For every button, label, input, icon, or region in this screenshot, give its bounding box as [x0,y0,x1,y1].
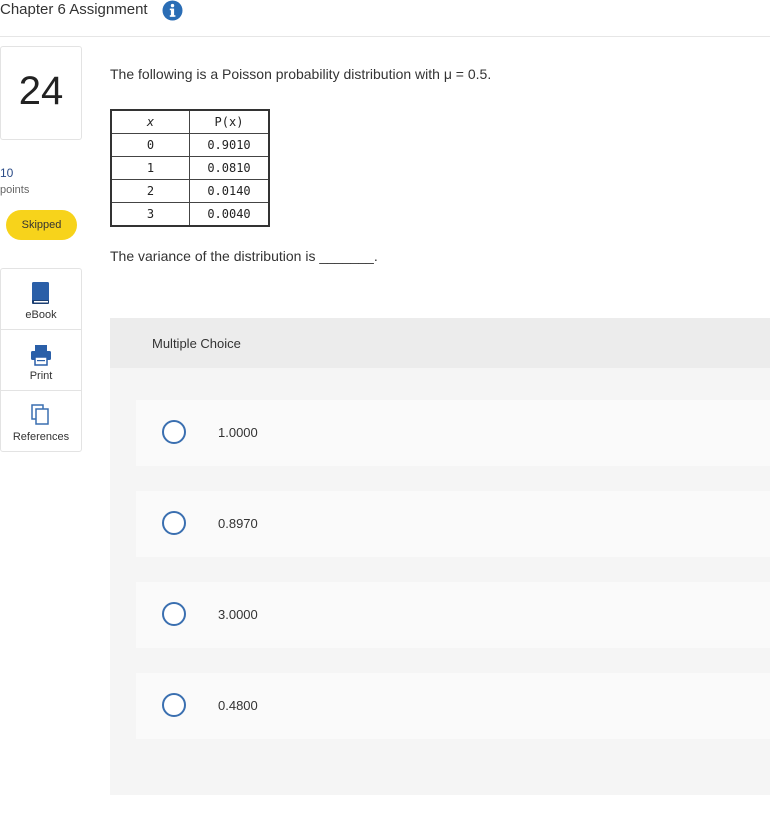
choice-option-2[interactable]: 0.8970 [136,491,770,557]
table-cell: 0.9010 [189,133,270,157]
tool-ebook-label: eBook [25,309,57,321]
table-header-px: P(x) [189,109,270,134]
printer-icon [31,345,51,366]
radio-button[interactable] [162,511,186,535]
table-row: 1 0.0810 [110,156,270,180]
choice-option-3[interactable]: 3.0000 [136,582,770,648]
table-row: 3 0.0040 [110,202,270,227]
table-cell: 0 [110,133,190,157]
radio-button[interactable] [162,420,186,444]
choice-label: 3.0000 [218,607,258,622]
references-icon [31,404,49,425]
probability-table: x P(x) 0 0.9010 1 0.0810 2 0.0140 3 0.00… [110,109,270,227]
table-row: 2 0.0140 [110,179,270,203]
table-cell: 0.0140 [189,179,270,203]
multiple-choice-header: Multiple Choice [110,318,770,368]
table-cell: 3 [110,202,190,227]
tool-references[interactable]: References [1,391,81,451]
assignment-title: Chapter 6 Assignment [0,1,148,18]
info-icon[interactable] [162,0,183,21]
question-prompt: The following is a Poisson probability d… [110,66,492,82]
choice-list: 1.0000 0.8970 3.0000 0.4800 [110,368,770,795]
tool-print[interactable]: Print [1,330,81,391]
points-value: 10 [0,166,14,180]
radio-button[interactable] [162,602,186,626]
tools-panel: eBook Print References [0,268,82,452]
choice-option-4[interactable]: 0.4800 [136,673,770,739]
book-icon [32,282,49,304]
choice-label: 0.8970 [218,516,258,531]
table-header-x: x [110,109,190,134]
table-row: 0 0.9010 [110,133,270,157]
tool-ebook[interactable]: eBook [1,269,81,330]
choice-label: 0.4800 [218,698,258,713]
radio-button[interactable] [162,693,186,717]
assignment-header: Chapter 6 Assignment [0,0,770,37]
variance-question: The variance of the distribution is ____… [110,248,378,264]
table-header-row: x P(x) [110,109,270,134]
multiple-choice-panel: Multiple Choice 1.0000 0.8970 3.0000 0.4… [110,318,770,795]
table-cell: 1 [110,156,190,180]
choice-label: 1.0000 [218,425,258,440]
question-number-box: 24 [0,46,82,140]
question-number: 24 [18,69,64,113]
table-cell: 0.0040 [189,202,270,227]
choice-option-1[interactable]: 1.0000 [136,400,770,466]
tool-print-label: Print [29,370,53,382]
multiple-choice-title: Multiple Choice [152,336,241,351]
table-cell: 0.0810 [189,156,270,180]
points-label: points [0,184,30,196]
table-cell: 2 [110,179,190,203]
status-badge: Skipped [6,210,77,240]
tool-references-label: References [12,431,70,443]
